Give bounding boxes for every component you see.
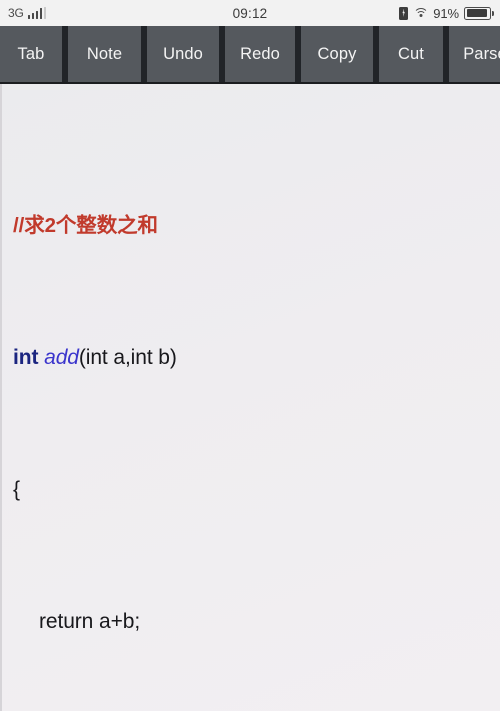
network-type-label: 3G <box>8 6 24 20</box>
code-content[interactable]: //求2个整数之和 int add(int a,int b) { return … <box>0 110 500 711</box>
status-bar-left: 3G <box>8 6 47 20</box>
code-line: //求2个整数之和 <box>13 209 500 242</box>
code-line: return a+b; <box>13 605 500 638</box>
statement-token: return a+b; <box>39 610 141 633</box>
phone-screen: 3G 09:12 91% Tab Note Undo Redo Copy Cut… <box>0 0 500 711</box>
battery-icon <box>464 6 494 20</box>
undo-button[interactable]: Undo <box>147 26 219 82</box>
code-editor[interactable]: //求2个整数之和 int add(int a,int b) { return … <box>0 84 500 711</box>
code-line: int add(int a,int b) <box>13 341 500 374</box>
note-button[interactable]: Note <box>68 26 141 82</box>
wifi-icon <box>413 7 429 19</box>
tab-button[interactable]: Tab <box>0 26 62 82</box>
battery-percent-label: 91% <box>433 5 459 21</box>
cut-button[interactable]: Cut <box>379 26 443 82</box>
signal-bars-icon <box>27 7 47 19</box>
status-bar: 3G 09:12 91% <box>0 0 500 26</box>
battery-charging-icon <box>399 6 409 20</box>
editor-toolbar: Tab Note Undo Redo Copy Cut Parse <box>0 26 500 84</box>
params-token: (int a,int b) <box>78 346 177 369</box>
brace-token: { <box>13 478 20 501</box>
keyword-token: int <box>13 346 39 369</box>
parse-button[interactable]: Parse <box>449 26 500 82</box>
comment-token: //求2个整数之和 <box>13 214 158 237</box>
redo-button[interactable]: Redo <box>225 26 295 82</box>
status-bar-right: 91% <box>399 5 494 21</box>
function-name-token: add <box>44 346 79 369</box>
copy-button[interactable]: Copy <box>301 26 373 82</box>
code-line: { <box>13 473 500 506</box>
